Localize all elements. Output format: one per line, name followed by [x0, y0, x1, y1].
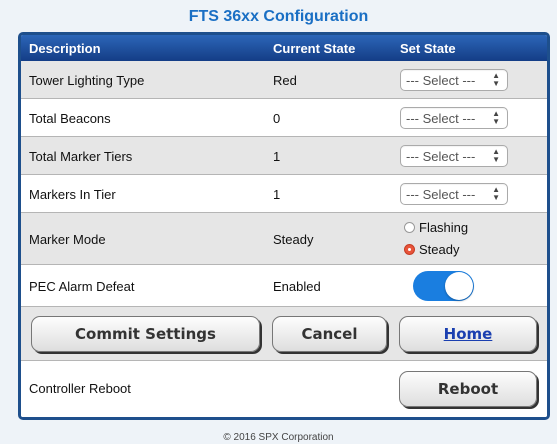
tower-lighting-type-select[interactable]: --- Select --- ▲ ▼	[400, 69, 508, 91]
pec-alarm-row: PEC Alarm Defeat Enabled	[21, 265, 547, 307]
select-arrows-icon: ▲ ▼	[492, 147, 500, 164]
markers-in-tier-select[interactable]: --- Select --- ▲ ▼	[400, 183, 508, 205]
row-description: Controller Reboot	[29, 381, 131, 396]
radio-label: Steady	[419, 242, 460, 257]
row-current-state: 1	[273, 149, 281, 164]
row-description: PEC Alarm Defeat	[29, 279, 135, 294]
row-description: Markers In Tier	[29, 187, 116, 202]
row-current-state: Steady	[273, 232, 314, 247]
copyright-footer: © 2016 SPX Corporation	[223, 432, 334, 443]
total-beacons-select[interactable]: --- Select --- ▲ ▼	[400, 107, 508, 129]
row-current-state: 0	[273, 111, 281, 126]
marker-mode-flashing-radio[interactable]: Flashing	[404, 220, 468, 235]
select-arrows-icon: ▲ ▼	[492, 185, 500, 202]
reboot-button[interactable]: Reboot	[399, 371, 537, 407]
configuration-panel: Description Current State Set State Towe…	[18, 32, 550, 420]
select-value: --- Select ---	[406, 73, 476, 88]
row-current-state: 1	[273, 187, 281, 202]
table-row: Total Beacons 0 --- Select --- ▲ ▼	[21, 99, 547, 137]
action-buttons-row: Commit Settings Cancel Home	[21, 307, 547, 361]
marker-mode-steady-radio[interactable]: Steady	[404, 242, 459, 257]
cancel-button[interactable]: Cancel	[272, 316, 387, 352]
row-description: Tower Lighting Type	[29, 73, 145, 88]
radio-unchecked-icon	[404, 222, 415, 233]
table-row: Total Marker Tiers 1 --- Select --- ▲ ▼	[21, 137, 547, 175]
commit-settings-button[interactable]: Commit Settings	[31, 316, 260, 352]
total-marker-tiers-select[interactable]: --- Select --- ▲ ▼	[400, 145, 508, 167]
select-value: --- Select ---	[406, 187, 476, 202]
page-title: FTS 36xx Configuration	[188, 8, 369, 25]
radio-label: Flashing	[419, 220, 469, 235]
column-header-set-state: Set State	[400, 41, 456, 56]
row-description: Total Marker Tiers	[29, 149, 133, 164]
table-header: Description Current State Set State	[21, 35, 547, 61]
row-current-state: Enabled	[273, 279, 321, 294]
select-arrows-icon: ▲ ▼	[492, 71, 500, 88]
select-value: --- Select ---	[406, 111, 476, 126]
row-description: Marker Mode	[29, 232, 106, 247]
home-button[interactable]: Home	[399, 316, 537, 352]
column-header-description: Description	[29, 41, 101, 56]
controller-reboot-row: Controller Reboot Reboot	[21, 361, 547, 417]
toggle-knob	[445, 272, 473, 300]
pec-alarm-toggle[interactable]	[413, 271, 474, 301]
column-header-current-state: Current State	[273, 41, 356, 56]
table-row: Tower Lighting Type Red --- Select --- ▲…	[21, 61, 547, 99]
marker-mode-row: Marker Mode Steady Flashing Steady	[21, 213, 547, 265]
row-current-state: Red	[273, 73, 297, 88]
table-row: Markers In Tier 1 --- Select --- ▲ ▼	[21, 175, 547, 213]
select-arrows-icon: ▲ ▼	[492, 109, 500, 126]
row-description: Total Beacons	[29, 111, 111, 126]
radio-checked-icon	[404, 244, 415, 255]
select-value: --- Select ---	[406, 149, 476, 164]
